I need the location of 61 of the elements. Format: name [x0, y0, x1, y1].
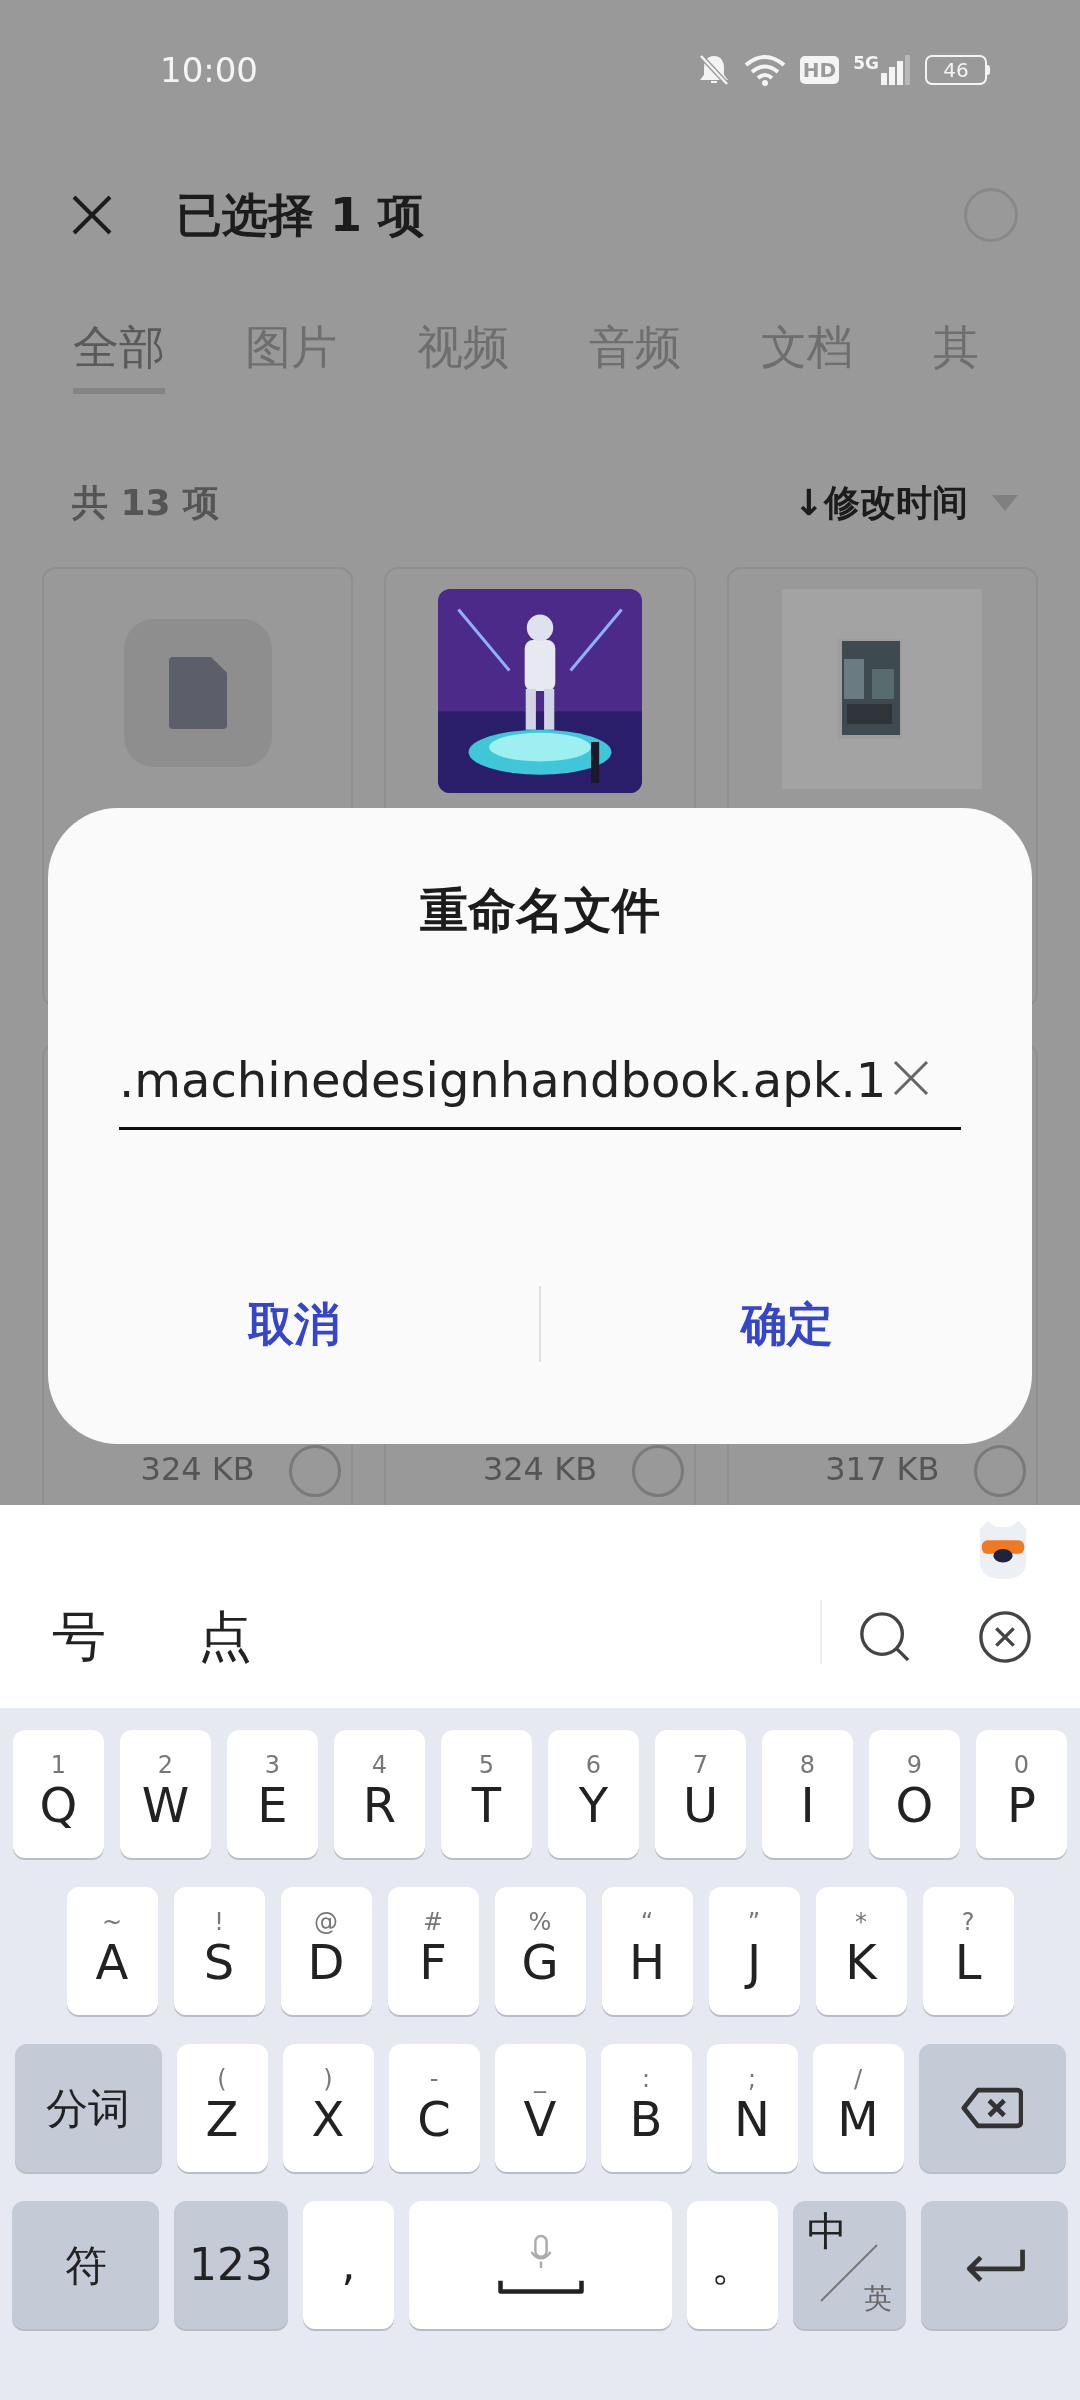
item-count: 共 13 项 — [72, 480, 220, 525]
key[interactable]: 。 — [687, 2201, 778, 2329]
language-key[interactable]: 中 英 — [793, 2201, 906, 2329]
network-type: 5G — [853, 55, 879, 72]
selection-title: 已选择 1 项 — [176, 186, 426, 244]
key[interactable]: 0 P — [976, 1730, 1067, 1858]
key[interactable]: 分词 — [14, 2044, 162, 2172]
key[interactable]: ) X — [282, 2044, 374, 2172]
close-icon[interactable] — [72, 195, 112, 235]
clear-icon[interactable] — [893, 1060, 929, 1096]
status-time: 10:00 — [160, 48, 258, 92]
key[interactable]: 8 I — [762, 1730, 853, 1858]
dialog-button[interactable]: 取消 — [48, 1287, 539, 1361]
sort-label[interactable]: ↓修改时间 — [793, 475, 968, 530]
dialog-button[interactable]: 确定 — [541, 1287, 1032, 1361]
key[interactable]: 6 Y — [548, 1730, 639, 1858]
document-icon — [168, 657, 227, 729]
backspace-key[interactable] — [918, 2044, 1066, 2172]
candidate-word[interactable]: 号 — [52, 1610, 106, 1664]
file-size: 324 KB — [482, 1449, 598, 1490]
search-icon[interactable] — [858, 1610, 912, 1664]
key[interactable]: ! S — [173, 1887, 265, 2015]
filename-input[interactable]: .machinedesignhandbook.apk.1 — [119, 1056, 961, 1130]
dialog-title: 重命名文件 — [420, 886, 660, 934]
hd-badge: HD — [799, 56, 840, 84]
key[interactable]: _ V — [494, 2044, 586, 2172]
file-size: 317 KB — [825, 1449, 940, 1490]
key[interactable]: , — [303, 2201, 394, 2329]
key[interactable]: 4 R — [334, 1730, 425, 1858]
key[interactable]: - C — [388, 2044, 480, 2172]
key[interactable]: ~ A — [66, 1887, 158, 2015]
key[interactable]: @ D — [280, 1887, 372, 2015]
key[interactable]: 5 T — [441, 1730, 532, 1858]
file-size: 324 KB — [140, 1449, 255, 1490]
key[interactable]: 9 O — [869, 1730, 960, 1858]
key[interactable]: * K — [815, 1887, 907, 2015]
key[interactable]: 7 U — [655, 1730, 746, 1858]
key[interactable]: 符 — [12, 2201, 159, 2329]
key[interactable]: ” J — [708, 1887, 800, 2015]
close-circle-icon[interactable] — [978, 1610, 1032, 1664]
key[interactable]: / M — [812, 2044, 904, 2172]
microphone-icon — [528, 2234, 553, 2270]
key[interactable]: % G — [494, 1887, 586, 2015]
key[interactable]: 2 W — [120, 1730, 211, 1858]
key[interactable]: 3 E — [227, 1730, 318, 1858]
signal-icon — [881, 55, 911, 85]
bell-off-icon — [697, 53, 730, 87]
wifi-icon — [743, 54, 786, 86]
key[interactable]: “ H — [601, 1887, 693, 2015]
key[interactable]: ? L — [922, 1887, 1014, 2015]
key[interactable]: 123 — [174, 2201, 288, 2329]
key[interactable]: ( Z — [176, 2044, 268, 2172]
battery-icon: 46 — [925, 55, 990, 85]
file-checkbox[interactable] — [974, 1445, 1026, 1497]
candidate-word[interactable]: 点 — [198, 1610, 252, 1664]
enter-key[interactable] — [921, 2201, 1068, 2329]
key[interactable]: : B — [600, 2044, 692, 2172]
key[interactable]: # F — [387, 1887, 479, 2015]
key[interactable]: ; N — [706, 2044, 798, 2172]
key[interactable]: 1 Q — [13, 1730, 104, 1858]
backspace-icon — [961, 2086, 1023, 2130]
